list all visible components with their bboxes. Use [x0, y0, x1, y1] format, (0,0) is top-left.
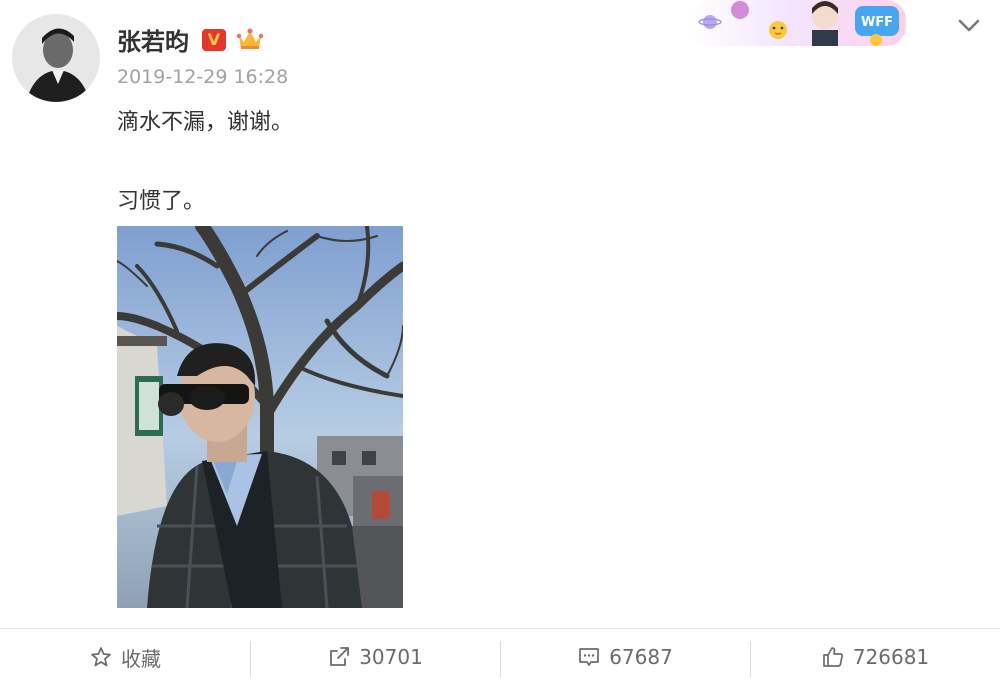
post-text-line: 习惯了。 — [117, 189, 206, 214]
comment-count: 67687 — [609, 645, 673, 669]
post-photo[interactable] — [117, 226, 403, 608]
decoration-banner: WFF — [690, 0, 906, 48]
repost-count: 30701 — [359, 645, 423, 669]
username[interactable]: 张若昀 — [117, 22, 189, 57]
action-bar: 收藏 30701 67687 726681 — [0, 628, 1000, 685]
favorite-button[interactable]: 收藏 — [0, 629, 250, 685]
thumbs-up-icon — [822, 647, 843, 667]
avatar[interactable] — [12, 14, 100, 102]
like-count: 726681 — [852, 645, 930, 669]
sticker-text: WFF — [861, 15, 893, 30]
comment-button[interactable]: 67687 — [500, 629, 750, 685]
share-icon — [330, 647, 350, 666]
avatar-image — [12, 14, 100, 102]
crown-icon — [236, 28, 264, 49]
comment-icon — [579, 648, 600, 666]
like-button[interactable]: 726681 — [750, 629, 1000, 685]
post-timestamp[interactable]: 2019-12-29 16:28 — [117, 66, 288, 88]
chevron-down-icon[interactable] — [956, 14, 982, 36]
repost-button[interactable]: 30701 — [250, 629, 500, 685]
favorite-label: 收藏 — [121, 646, 161, 671]
post-text-line: 滴水不漏，谢谢。 — [117, 110, 294, 135]
star-icon — [91, 647, 111, 667]
verified-v-icon: V — [202, 29, 226, 51]
